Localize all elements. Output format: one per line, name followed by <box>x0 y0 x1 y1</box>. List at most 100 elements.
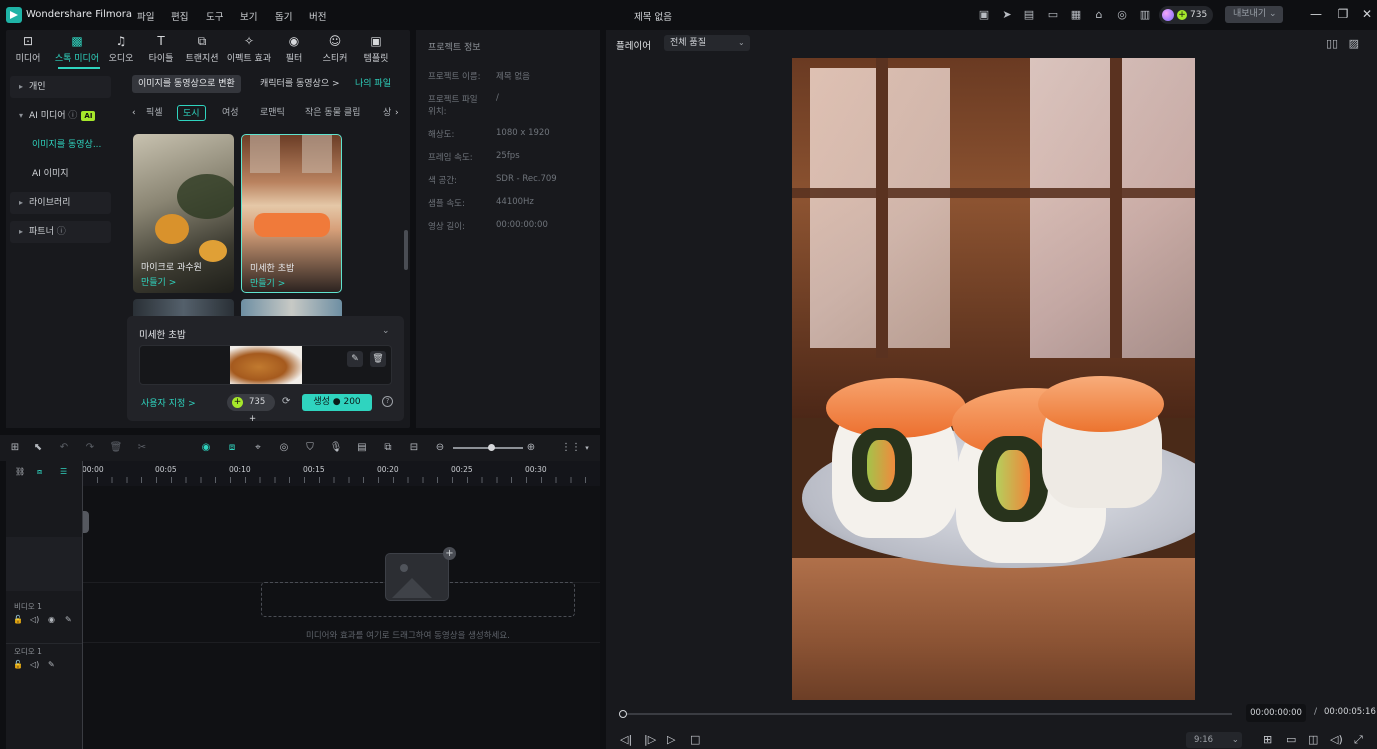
device-icon[interactable]: ▤ <box>1022 8 1036 21</box>
video-preview[interactable] <box>792 58 1195 700</box>
add-media-icon[interactable]: + <box>443 547 456 560</box>
tab-templates[interactable]: ▣ 템플릿 <box>354 34 398 66</box>
category-pixel[interactable]: 픽셀 <box>146 105 163 121</box>
track-manager-icon[interactable]: ☰ <box>60 467 67 476</box>
stop-icon[interactable]: □ <box>690 733 700 746</box>
credit-balance-pill[interactable]: + 735 + <box>227 394 275 424</box>
tab-audio[interactable]: ♫ 오디오 <box>99 34 143 66</box>
zoom-out-icon[interactable]: ⊖ <box>433 441 447 455</box>
template-card-micro-orchard[interactable]: 마이크로 과수원 만들기 > <box>133 134 234 293</box>
aspect-ratio-dropdown[interactable]: 9:16 ⌄ <box>1186 732 1242 748</box>
mute-icon[interactable]: ◁) <box>30 615 39 624</box>
subtab-image-to-video[interactable]: 이미지를 동영상으로 변환 <box>132 75 241 93</box>
sidebar-item-library[interactable]: ▸ 라이브러리 <box>10 192 111 214</box>
fullscreen-icon[interactable]: ⤢ <box>1354 733 1363 747</box>
tab-stickers[interactable]: ☺ 스티커 <box>313 34 357 66</box>
tab-filters[interactable]: ◉ 필터 <box>272 34 316 66</box>
auto-highlight-icon[interactable]: ◉ <box>199 441 213 455</box>
collapse-chevron-icon[interactable]: ⌄ <box>382 326 390 336</box>
template-card-thumbnail[interactable] <box>241 299 342 317</box>
play-frame-icon[interactable]: |▷ <box>644 733 656 746</box>
tab-effects[interactable]: ✧ 이펙트 효과 <box>224 34 274 66</box>
pen-icon[interactable]: ✎ <box>65 615 72 624</box>
menu-view[interactable]: 보기 <box>240 9 257 23</box>
tab-stock-media[interactable]: ▩ 스톡 미디어 <box>52 34 102 66</box>
magnet-icon[interactable]: ⧈ <box>37 467 42 477</box>
menu-tools[interactable]: 도구 <box>206 9 223 23</box>
mute-icon[interactable]: ◁) <box>30 660 39 669</box>
grid-view-icon[interactable]: ⋮⋮ <box>561 441 581 455</box>
gift-icon[interactable]: ▣ <box>977 8 991 21</box>
quality-dropdown[interactable]: 전체 품질 ⌄ <box>664 35 750 51</box>
custom-settings-link[interactable]: 사용자 지정 > <box>141 396 196 409</box>
category-romantic[interactable]: 로맨틱 <box>260 105 285 121</box>
category-more[interactable]: 상 <box>383 105 391 121</box>
support-icon[interactable]: ◎ <box>1115 8 1129 21</box>
tab-titles[interactable]: T 타이틀 <box>139 34 183 66</box>
cloud-icon[interactable]: ⌂ <box>1092 8 1106 21</box>
category-prev-icon[interactable]: ‹ <box>132 105 136 121</box>
volume-icon[interactable]: ◁) <box>1330 733 1343 746</box>
trash-icon[interactable]: 🗑 <box>370 351 386 367</box>
credits-badge[interactable]: + 735 <box>1159 6 1213 24</box>
minimize-icon[interactable]: — <box>1309 7 1323 21</box>
shield-icon[interactable]: ⛉ <box>303 441 317 455</box>
image-upload-slot[interactable]: ✎ 🗑 <box>139 345 392 385</box>
category-next-icon[interactable]: › <box>395 105 399 121</box>
compare-view-icon[interactable]: ▯▯ <box>1326 37 1338 50</box>
playback-scrubber[interactable] <box>622 713 1232 715</box>
generate-button[interactable]: 생성 ● 200 <box>302 394 372 411</box>
lock-icon[interactable]: 🔓 <box>13 615 23 624</box>
save-icon[interactable]: ▦ <box>1069 8 1083 21</box>
layout-icon[interactable]: ⊞ <box>8 441 22 455</box>
menu-edit[interactable]: 편집 <box>171 9 188 23</box>
send-icon[interactable]: ➤ <box>1000 8 1014 21</box>
chevron-down-icon[interactable]: ▾ <box>580 441 594 455</box>
help-icon[interactable]: ? <box>382 396 393 407</box>
snap-icon[interactable]: ⧈ <box>225 441 239 455</box>
menu-file[interactable]: 파일 <box>137 9 154 23</box>
sidebar-item-image-to-video[interactable]: 이미지를 동영상... <box>10 134 111 156</box>
tab-media[interactable]: ⊡ 미디어 <box>6 34 50 66</box>
scrubber-handle[interactable] <box>619 710 627 718</box>
snapshot-icon[interactable]: ◫ <box>1308 733 1318 746</box>
timeline-tracks-area[interactable]: + 미디어와 효과를 여기로 드래그하여 동영상을 생성하세요. <box>82 486 600 749</box>
redo-icon[interactable]: ↷ <box>83 441 97 455</box>
grid-icon[interactable]: ▥ <box>1138 8 1152 21</box>
select-tool-icon[interactable]: ⬉ <box>31 441 45 455</box>
marker-icon[interactable]: ⌖ <box>251 441 265 455</box>
previous-frame-icon[interactable]: ◁| <box>620 733 632 746</box>
microphone-icon[interactable]: 🎙 <box>329 441 343 455</box>
pen-icon[interactable]: ✎ <box>48 660 55 669</box>
scrollbar-thumb[interactable] <box>404 230 408 270</box>
delete-icon[interactable]: 🗑 <box>109 441 123 455</box>
monitor-icon[interactable]: ▭ <box>1046 8 1060 21</box>
sidebar-item-ai-media[interactable]: ▾ AI 미디어 ⓘ AI <box>10 105 111 127</box>
card-make-link[interactable]: 만들기 > <box>250 276 285 289</box>
category-city[interactable]: 도시 <box>177 105 206 121</box>
scope-icon[interactable]: ▨ <box>1349 37 1359 50</box>
lock-icon[interactable]: 🔓 <box>13 660 23 669</box>
category-small-animal[interactable]: 작은 동물 클립 <box>305 105 360 121</box>
zoom-slider-handle[interactable] <box>488 444 495 451</box>
sidebar-item-partner[interactable]: ▸ 파트너 ⓘ <box>10 221 111 243</box>
sidebar-item-personal[interactable]: ▸ 개인 <box>10 76 111 98</box>
category-women[interactable]: 여성 <box>222 105 239 121</box>
pip-icon[interactable]: ⧉ <box>381 441 395 455</box>
subtab-character-to-video[interactable]: 캐릭터를 동영상으 > <box>254 75 346 93</box>
current-timecode[interactable]: 00:00:00:00 <box>1246 704 1306 722</box>
menu-help[interactable]: 돕기 <box>275 9 292 23</box>
record-icon[interactable]: ◎ <box>277 441 291 455</box>
close-icon[interactable]: ✕ <box>1360 7 1374 21</box>
mark-in-icon[interactable]: ⊞ <box>1263 733 1272 746</box>
subtab-my-files[interactable]: 나의 파일 <box>349 75 397 93</box>
timeline-ruler[interactable]: 00:00 00:05 00:10 00:15 00:20 00:25 00:3… <box>82 461 600 486</box>
zoom-in-icon[interactable]: ⊕ <box>524 441 538 455</box>
caption-icon[interactable]: ▤ <box>355 441 369 455</box>
sidebar-item-ai-image[interactable]: AI 이미지 <box>10 163 111 185</box>
playhead-handle[interactable] <box>82 511 89 533</box>
link-icon[interactable]: ⛓ <box>15 467 25 476</box>
fit-icon[interactable]: ⊟ <box>407 441 421 455</box>
card-make-link[interactable]: 만들기 > <box>141 275 176 288</box>
cut-icon[interactable]: ✂ <box>135 441 149 455</box>
